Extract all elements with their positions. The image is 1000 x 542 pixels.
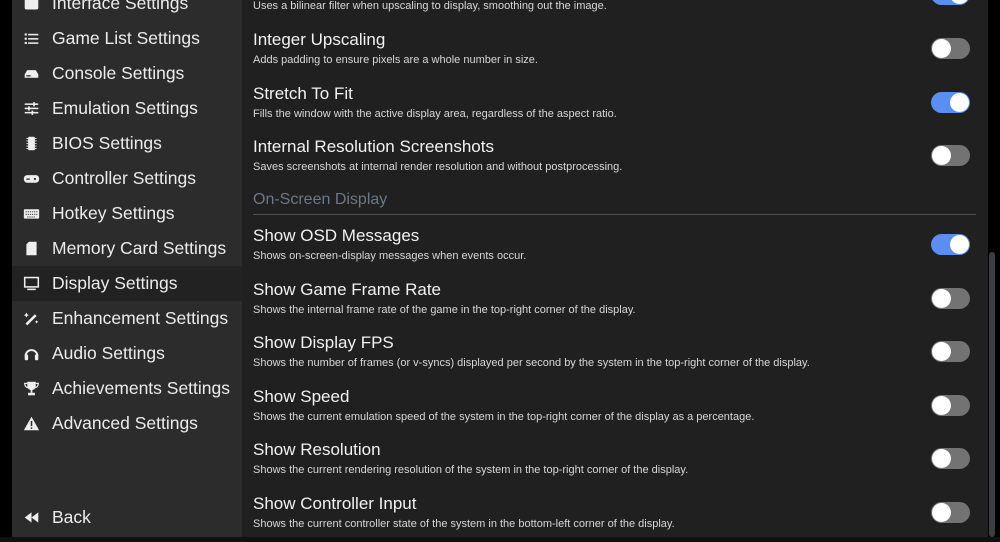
gamepad-icon bbox=[23, 175, 40, 183]
setting-title: Integer Upscaling bbox=[253, 30, 386, 49]
sidebar: Interface Settings Game List Settings Cons… bbox=[12, 0, 242, 537]
setting-row: Uses a bilinear filter when upscaling to… bbox=[253, 0, 973, 29]
sidebar-item-controller-settings[interactable]: Controller Settings bbox=[12, 161, 242, 196]
sidebar-item-achievements-settings[interactable]: Achievements Settings bbox=[12, 371, 242, 406]
chip-icon bbox=[26, 136, 37, 151]
nav-label: Console Settings bbox=[52, 63, 185, 83]
sidebar-item-hotkey-settings[interactable]: Hotkey Settings bbox=[12, 196, 242, 231]
keyboard-icon bbox=[23, 209, 40, 219]
setting-row: Show Controller Input Shows the current c… bbox=[253, 494, 973, 538]
setting-row: Show Game Frame Rate Shows the internal f… bbox=[253, 280, 973, 333]
setting-description: Shows the internal frame rate of the gam… bbox=[253, 303, 636, 316]
toggle-switch[interactable] bbox=[931, 0, 970, 5]
setting-title: Show Controller Input bbox=[253, 493, 417, 513]
sidebar-item-bios-settings[interactable]: BIOS Settings bbox=[12, 126, 242, 161]
scrollbar[interactable] bbox=[989, 252, 995, 537]
toggle-switch[interactable] bbox=[931, 394, 970, 416]
sliders-icon bbox=[24, 102, 39, 115]
toggle-switch[interactable] bbox=[931, 91, 970, 113]
nav-label: Game List Settings bbox=[52, 28, 200, 48]
nav-label: Achievements Settings bbox=[52, 378, 231, 398]
toggle-switch[interactable] bbox=[931, 145, 970, 166]
sd-card-icon bbox=[26, 241, 37, 256]
toggle-switch[interactable] bbox=[931, 448, 970, 469]
nav-label: Display Settings bbox=[52, 273, 178, 293]
nav-label: Back bbox=[52, 507, 91, 527]
warning-icon bbox=[23, 416, 40, 431]
settings-panel: On-Screen Display Uses a bilinear filter… bbox=[242, 0, 988, 537]
sidebar-item-advanced-settings[interactable]: Advanced Settings bbox=[12, 406, 242, 441]
section-header: On-Screen Display bbox=[253, 191, 976, 215]
setting-title: Show Speed bbox=[253, 386, 350, 406]
toggle-switch[interactable] bbox=[931, 287, 970, 309]
nav-label: BIOS Settings bbox=[52, 133, 162, 153]
nav-label: Advanced Settings bbox=[52, 413, 198, 433]
nav-label: Memory Card Settings bbox=[52, 238, 227, 258]
bottom-bar bbox=[0, 537, 1000, 542]
sidebar-item-game-list-settings[interactable]: Game List Settings bbox=[12, 21, 242, 56]
magic-wand-icon bbox=[23, 312, 39, 326]
nav-label: Enhancement Settings bbox=[52, 308, 229, 328]
sidebar-item-memory-card-settings[interactable]: Memory Card Settings bbox=[12, 231, 242, 266]
sidebar-item-interface-settings[interactable]: Interface Settings bbox=[12, 0, 242, 21]
setting-title: Show Game Frame Rate bbox=[253, 279, 442, 299]
nav-label: Controller Settings bbox=[52, 168, 196, 188]
sidebar-item-emulation-settings[interactable]: Emulation Settings bbox=[12, 91, 242, 126]
setting-row: Show OSD Messages Shows on-screen-display… bbox=[253, 226, 973, 279]
headphones-icon bbox=[24, 349, 39, 361]
setting-description: Shows the current rendering resolution o… bbox=[253, 464, 689, 476]
setting-title: Show OSD Messages bbox=[253, 226, 420, 245]
list-icon bbox=[24, 33, 39, 45]
setting-description: Shows the current controller state of th… bbox=[253, 517, 675, 530]
nav-label: Audio Settings bbox=[52, 343, 165, 363]
setting-title: Internal Resolution Screenshots bbox=[253, 137, 494, 156]
setting-description: Shows the number of frames (or v-syncs) … bbox=[253, 357, 810, 369]
setting-row: Internal Resolution Screenshots Saves scr… bbox=[253, 137, 973, 190]
back-button[interactable]: Back bbox=[12, 500, 242, 535]
setting-row: Stretch To Fit Fills the window with the … bbox=[253, 84, 973, 137]
setting-title: Stretch To Fit bbox=[253, 83, 353, 103]
trophy-icon bbox=[24, 381, 39, 396]
setting-row: Integer Upscaling Adds padding to ensure … bbox=[253, 30, 973, 83]
nav-label: Hotkey Settings bbox=[52, 203, 175, 223]
toggle-switch[interactable] bbox=[931, 341, 970, 362]
nav-label: Interface Settings bbox=[52, 0, 189, 13]
setting-row: Show Display FPS Shows the number of fram… bbox=[253, 333, 973, 386]
toggle-switch[interactable] bbox=[931, 501, 970, 523]
console-icon bbox=[24, 70, 39, 78]
setting-description: Shows on-screen-display messages when ev… bbox=[253, 250, 527, 262]
sidebar-item-console-settings[interactable]: Console Settings bbox=[12, 56, 242, 91]
nav-label: Emulation Settings bbox=[52, 98, 198, 118]
backward-icon bbox=[24, 512, 39, 523]
setting-title: Show Resolution bbox=[253, 440, 381, 459]
toggle-switch[interactable] bbox=[931, 38, 970, 59]
setting-description: Adds padding to ensure pixels are a whol… bbox=[253, 54, 538, 66]
sidebar-item-enhancement-settings[interactable]: Enhancement Settings bbox=[12, 301, 242, 336]
setting-row: Show Resolution Shows the current renderi… bbox=[253, 440, 973, 493]
section-header-label: On-Screen Display bbox=[253, 191, 388, 208]
setting-description: Uses a bilinear filter when upscaling to… bbox=[253, 0, 607, 12]
setting-row: Show Speed Shows the current emulation sp… bbox=[253, 387, 973, 440]
setting-description: Shows the current emulation speed of the… bbox=[253, 410, 755, 423]
toggle-switch[interactable] bbox=[931, 234, 970, 255]
sidebar-item-display-settings[interactable]: Display Settings bbox=[12, 266, 242, 301]
setting-description: Saves screenshots at internal render res… bbox=[253, 161, 623, 173]
sidebar-item-audio-settings[interactable]: Audio Settings bbox=[12, 336, 242, 371]
setting-title: Show Display FPS bbox=[253, 333, 394, 352]
setting-description: Fills the window with the active display… bbox=[253, 107, 617, 120]
window-icon bbox=[24, 0, 39, 10]
app-window: Interface Settings Game List Settings Cons… bbox=[0, 0, 1000, 542]
monitor-icon bbox=[23, 276, 40, 291]
